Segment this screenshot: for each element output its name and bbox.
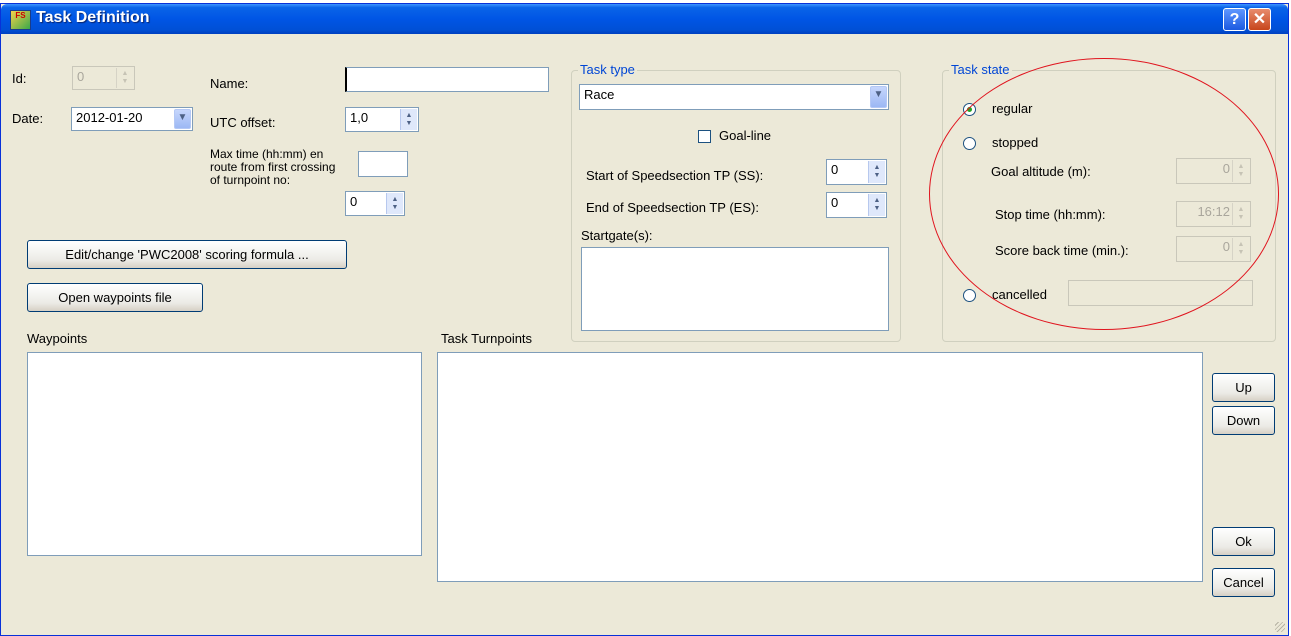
stop-time-value: 16:12 bbox=[1197, 204, 1230, 219]
radio-cancelled[interactable] bbox=[963, 289, 976, 302]
id-value: 0 bbox=[77, 69, 85, 84]
max-time-label: Max time (hh:mm) en route from first cro… bbox=[210, 147, 336, 187]
turnpoints-label: Task Turnpoints bbox=[441, 331, 533, 346]
goal-line-checkbox[interactable] bbox=[698, 130, 711, 143]
task-type-select[interactable]: Race ▼ bbox=[579, 84, 889, 110]
date-label: Date: bbox=[12, 111, 44, 126]
ok-button[interactable]: Ok bbox=[1212, 527, 1275, 556]
spin-arrows-icon[interactable]: ▲ ▼ bbox=[400, 109, 417, 130]
startgates-label: Startgate(s): bbox=[581, 228, 653, 243]
score-back-value: 0 bbox=[1222, 239, 1230, 254]
spin-arrows-icon: ▲ ▼ bbox=[116, 68, 133, 88]
regular-label: regular bbox=[992, 101, 1033, 116]
id-label: Id: bbox=[12, 71, 27, 86]
id-spinner: 0 ▲ ▼ bbox=[72, 66, 135, 90]
stopped-label: stopped bbox=[992, 135, 1039, 150]
open-waypoints-button[interactable]: Open waypoints file bbox=[27, 283, 203, 312]
ss-label: Start of Speedsection TP (SS): bbox=[586, 168, 764, 183]
chevron-down-icon[interactable]: ▼ bbox=[870, 86, 887, 108]
waypoints-list[interactable] bbox=[27, 352, 422, 556]
max-time-input[interactable] bbox=[358, 151, 408, 177]
spin-arrows-icon: ▲ ▼ bbox=[1232, 203, 1249, 225]
radio-stopped[interactable] bbox=[963, 137, 976, 150]
goal-altitude-label: Goal altitude (m): bbox=[991, 164, 1091, 179]
utc-offset-label: UTC offset: bbox=[210, 115, 276, 130]
date-value: 2012-01-20 bbox=[76, 110, 143, 125]
spin-arrows-icon[interactable]: ▲ ▼ bbox=[868, 194, 885, 216]
waypoints-label: Waypoints bbox=[27, 331, 88, 346]
close-button[interactable]: ✕ bbox=[1248, 8, 1271, 31]
date-picker[interactable]: 2012-01-20 ▼ bbox=[71, 107, 193, 131]
es-value: 0 bbox=[831, 195, 839, 210]
goal-altitude-value: 0 bbox=[1222, 161, 1230, 176]
utc-offset-value: 1,0 bbox=[350, 110, 369, 125]
turnpoint-no-spinner[interactable]: 0 ▲ ▼ bbox=[345, 191, 405, 216]
task-type-title: Task type bbox=[578, 62, 637, 77]
app-icon: FS bbox=[10, 10, 31, 30]
stop-time-spinner: 16:12 ▲ ▼ bbox=[1176, 201, 1251, 227]
resize-grip-icon[interactable] bbox=[1275, 622, 1285, 632]
title-bar[interactable]: FS Task Definition ? ✕ bbox=[1, 4, 1288, 34]
down-button[interactable]: Down bbox=[1212, 406, 1275, 435]
turnpoints-list[interactable] bbox=[437, 352, 1203, 582]
task-definition-dialog: FS Task Definition ? ✕ Id: 0 ▲ ▼ Date: 20… bbox=[0, 3, 1289, 636]
task-type-value: Race bbox=[584, 87, 615, 102]
up-button[interactable]: Up bbox=[1212, 373, 1275, 402]
radio-regular[interactable] bbox=[963, 103, 976, 116]
score-back-label: Score back time (min.): bbox=[995, 243, 1129, 258]
ss-value: 0 bbox=[831, 162, 839, 177]
goal-line-label: Goal-line bbox=[719, 128, 772, 143]
window-title: Task Definition bbox=[36, 9, 150, 26]
cancelled-reason-input bbox=[1068, 280, 1253, 306]
name-input[interactable] bbox=[345, 67, 549, 92]
cancel-button[interactable]: Cancel bbox=[1212, 568, 1275, 597]
es-label: End of Speedsection TP (ES): bbox=[586, 200, 759, 215]
spin-arrows-icon: ▲ ▼ bbox=[1232, 238, 1249, 260]
score-back-spinner: 0 ▲ ▼ bbox=[1176, 236, 1251, 262]
goal-altitude-spinner: 0 ▲ ▼ bbox=[1176, 158, 1251, 184]
name-label: Name: bbox=[210, 76, 249, 91]
ss-spinner[interactable]: 0 ▲ ▼ bbox=[826, 159, 887, 185]
cancelled-label: cancelled bbox=[992, 287, 1047, 302]
chevron-down-icon[interactable]: ▼ bbox=[174, 109, 191, 129]
spin-arrows-icon[interactable]: ▲ ▼ bbox=[386, 193, 403, 214]
startgates-list[interactable] bbox=[581, 247, 889, 331]
help-button[interactable]: ? bbox=[1223, 8, 1246, 31]
task-state-title: Task state bbox=[949, 62, 1012, 77]
spin-arrows-icon: ▲ ▼ bbox=[1232, 160, 1249, 182]
stop-time-label: Stop time (hh:mm): bbox=[995, 207, 1106, 222]
es-spinner[interactable]: 0 ▲ ▼ bbox=[826, 192, 887, 218]
edit-scoring-formula-button[interactable]: Edit/change 'PWC2008' scoring formula ..… bbox=[27, 240, 347, 269]
spin-arrows-icon[interactable]: ▲ ▼ bbox=[868, 161, 885, 183]
utc-offset-spinner[interactable]: 1,0 ▲ ▼ bbox=[345, 107, 419, 132]
turnpoint-no-value: 0 bbox=[350, 194, 358, 209]
